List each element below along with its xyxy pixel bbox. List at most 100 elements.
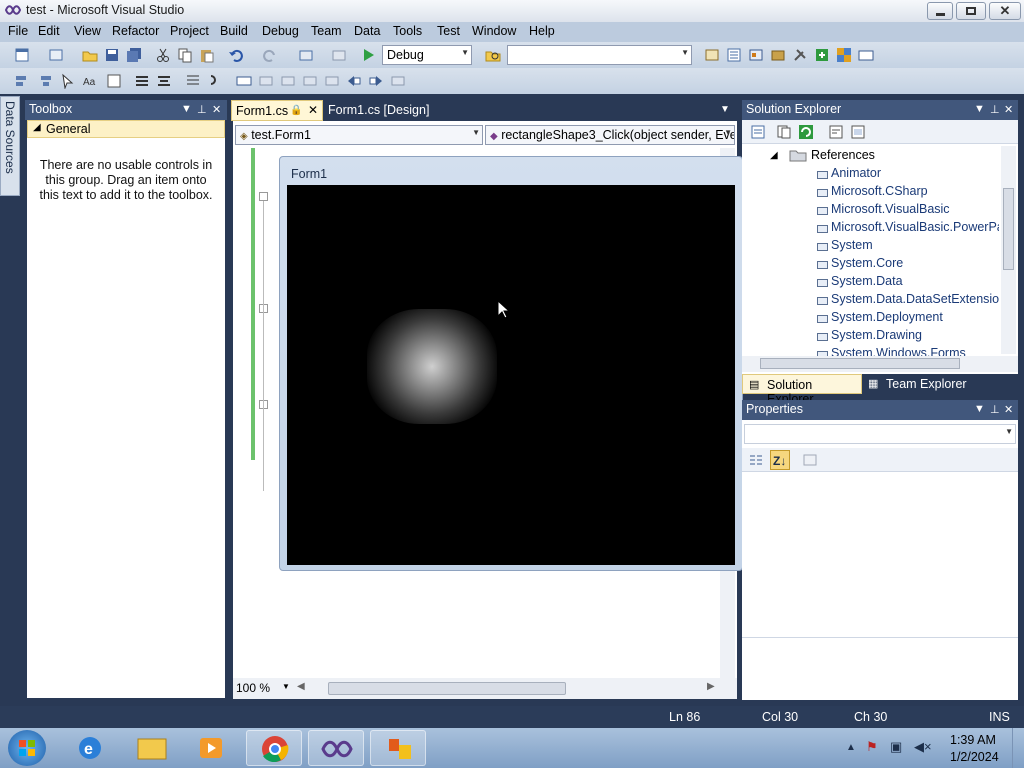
- menu-window[interactable]: Window: [469, 24, 519, 38]
- bookmark-icon[interactable]: [236, 73, 252, 89]
- copy-icon[interactable]: [177, 47, 193, 63]
- tab-team-explorer[interactable]: ▦ Team Explorer: [864, 374, 994, 394]
- scroll-thumb[interactable]: [760, 358, 960, 369]
- menu-debug[interactable]: Debug: [259, 24, 302, 38]
- prev-bookmark-folder-icon[interactable]: [302, 73, 318, 89]
- paste-icon[interactable]: [199, 47, 215, 63]
- reference-item[interactable]: System.Deployment: [831, 310, 999, 324]
- menu-test[interactable]: Test: [434, 24, 463, 38]
- next-bookmark-icon[interactable]: [280, 73, 296, 89]
- solution-horizontal-scrollbar[interactable]: [742, 356, 1018, 372]
- reference-item[interactable]: System.Drawing: [831, 328, 999, 342]
- tab-form1-design[interactable]: Form1.cs [Design]: [324, 100, 444, 121]
- vertical-spacing-icon[interactable]: [156, 73, 172, 89]
- menu-edit[interactable]: Edit: [35, 24, 63, 38]
- tools-icon[interactable]: [792, 47, 808, 63]
- taskbar-chrome-button[interactable]: [246, 730, 302, 766]
- prev-in-document-icon[interactable]: [346, 73, 362, 89]
- tab-overflow-icon[interactable]: ▼: [720, 104, 730, 115]
- prev-bookmark-icon[interactable]: [258, 73, 274, 89]
- size-to-grid-icon[interactable]: [106, 73, 122, 89]
- close-tab-icon[interactable]: ✕: [308, 103, 318, 117]
- reference-item[interactable]: Animator: [831, 166, 999, 180]
- tab-solution-explorer[interactable]: ▤ Solution Explorer: [742, 374, 862, 406]
- scroll-thumb[interactable]: [1003, 188, 1014, 270]
- taskbar-ie-button[interactable]: e: [62, 730, 118, 766]
- start-debugging-icon[interactable]: [360, 47, 376, 63]
- data-sources-tab[interactable]: Data Sources: [0, 96, 20, 196]
- chevron-down-icon[interactable]: ▼: [282, 682, 290, 691]
- solution-vertical-scrollbar[interactable]: [1001, 146, 1016, 354]
- reference-item[interactable]: Microsoft.VisualBasic.PowerPacks: [831, 220, 999, 234]
- close-icon[interactable]: ✕: [212, 103, 221, 116]
- restore-button[interactable]: [956, 2, 986, 20]
- show-hidden-icons-icon[interactable]: ▲: [846, 742, 856, 753]
- zoom-value[interactable]: 100 %: [236, 681, 270, 695]
- menu-file[interactable]: File: [5, 24, 31, 38]
- align-centers-icon[interactable]: [38, 73, 54, 89]
- toolbox-window-icon[interactable]: [770, 47, 786, 63]
- property-pages-icon[interactable]: [802, 452, 818, 468]
- cut-icon[interactable]: [155, 47, 171, 63]
- show-all-files-icon[interactable]: [776, 124, 792, 140]
- view-designer-icon[interactable]: [850, 124, 866, 140]
- pin-icon[interactable]: ⊥: [197, 103, 207, 116]
- horizontal-scroll-thumb[interactable]: [328, 682, 566, 695]
- extension-manager-icon[interactable]: [814, 47, 830, 63]
- taskbar-visual-studio-button[interactable]: [308, 730, 364, 766]
- menu-project[interactable]: Project: [167, 24, 212, 38]
- start-page-icon[interactable]: [836, 47, 852, 63]
- open-file-icon[interactable]: [82, 47, 98, 63]
- glowing-shape[interactable]: [367, 309, 497, 424]
- menu-refactor[interactable]: Refactor: [109, 24, 162, 38]
- reference-item[interactable]: System: [831, 238, 999, 252]
- network-icon[interactable]: ▣: [890, 739, 902, 755]
- next-in-document-icon[interactable]: [368, 73, 384, 89]
- categorized-icon[interactable]: [748, 452, 764, 468]
- close-window-button[interactable]: ✕: [989, 2, 1021, 20]
- window-position-icon[interactable]: ▼: [974, 103, 985, 115]
- window-position-icon[interactable]: ▼: [181, 103, 192, 115]
- menu-build[interactable]: Build: [217, 24, 251, 38]
- taskbar-media-button[interactable]: [184, 730, 240, 766]
- start-button[interactable]: [8, 730, 46, 766]
- reference-item[interactable]: System.Core: [831, 256, 999, 270]
- toolbox-group-general[interactable]: ◢ General: [27, 120, 225, 138]
- clear-bookmarks-icon[interactable]: [390, 73, 406, 89]
- object-browser-icon[interactable]: [748, 47, 764, 63]
- clock-date[interactable]: 1/2/2024: [950, 750, 999, 764]
- menu-tools[interactable]: Tools: [390, 24, 425, 38]
- navigate-forward-icon[interactable]: [331, 47, 347, 63]
- add-item-icon[interactable]: [48, 47, 64, 63]
- redo-icon[interactable]: [262, 47, 278, 63]
- properties-object-combo[interactable]: ▼: [744, 424, 1016, 444]
- undo-icon[interactable]: [228, 47, 244, 63]
- pointer-tool-icon[interactable]: [60, 73, 76, 89]
- new-project-icon[interactable]: [14, 47, 30, 63]
- reference-item[interactable]: Microsoft.VisualBasic: [831, 202, 999, 216]
- reference-item[interactable]: System.Data.DataSetExtensions: [831, 292, 999, 306]
- taskbar-app-button[interactable]: [370, 730, 426, 766]
- command-window-icon[interactable]: [858, 47, 874, 63]
- class-combo[interactable]: ◈ test.Form1 ▼: [235, 125, 483, 145]
- show-desktop-button[interactable]: [1012, 728, 1024, 768]
- refresh-icon[interactable]: [798, 124, 814, 140]
- menu-team[interactable]: Team: [308, 24, 345, 38]
- navigate-backward-icon[interactable]: [298, 47, 314, 63]
- window-position-icon[interactable]: ▼: [974, 403, 985, 415]
- menu-help[interactable]: Help: [526, 24, 558, 38]
- minimize-button[interactable]: [927, 2, 953, 20]
- toolbox-empty-message[interactable]: There are no usable controls in this gro…: [36, 158, 216, 203]
- alphabetical-icon[interactable]: Z↓: [770, 450, 790, 470]
- next-bookmark-folder-icon[interactable]: [324, 73, 340, 89]
- menu-view[interactable]: View: [71, 24, 104, 38]
- close-icon[interactable]: ✕: [1004, 103, 1013, 116]
- find-in-files-icon[interactable]: [485, 47, 501, 63]
- tab-form1-cs[interactable]: Form1.cs 🔒 ✕: [231, 100, 323, 121]
- comment-lines-icon[interactable]: [185, 73, 201, 89]
- horizontal-spacing-icon[interactable]: [134, 73, 150, 89]
- uncomment-lines-icon[interactable]: [207, 73, 223, 89]
- references-folder[interactable]: References: [811, 148, 875, 162]
- solution-config-combo[interactable]: Debug ▼: [382, 45, 472, 65]
- scroll-right-icon[interactable]: ▶: [707, 681, 715, 692]
